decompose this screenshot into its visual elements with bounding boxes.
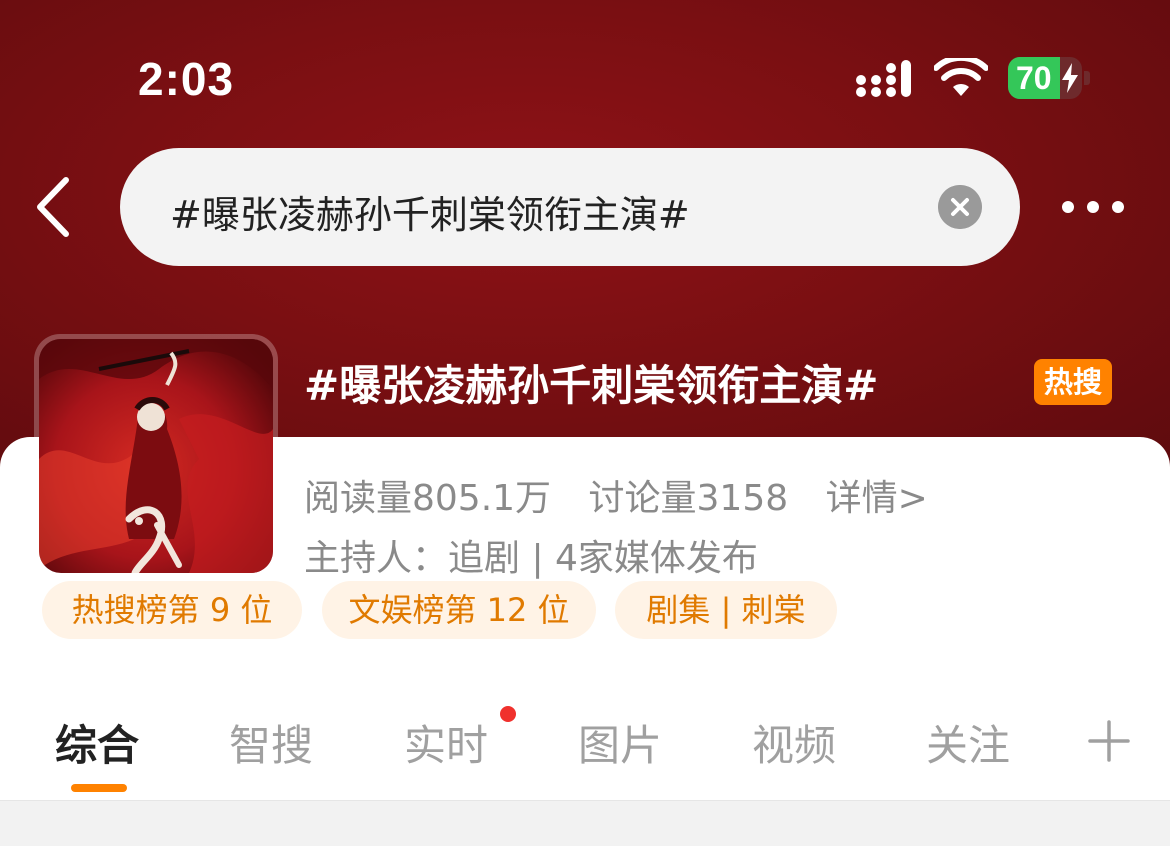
new-content-dot [500, 706, 516, 722]
tab-general[interactable]: 综合 [55, 712, 139, 773]
battery-level: 70 [1016, 60, 1052, 96]
battery-cap [1084, 71, 1090, 85]
read-count: 阅读量805.1万 [304, 478, 552, 519]
details-link[interactable]: 详情> [826, 478, 928, 519]
topic-stats: 阅读量805.1万 讨论量3158 详情> [304, 469, 954, 521]
active-tab-indicator [71, 784, 127, 792]
topic-host: 主持人：追剧 | 4家媒体发布 [304, 538, 758, 579]
discussion-count: 讨论量3158 [588, 478, 789, 519]
search-bar[interactable]: #曝张凌赫孙千刺棠领衔主演# [120, 148, 1020, 266]
battery-icon: 70 [1008, 57, 1082, 99]
results-feed-edge [0, 800, 1170, 846]
signal-icon [856, 60, 911, 97]
cover-artwork [39, 339, 273, 573]
tag-drama[interactable]: 剧集 | 刺棠 [615, 581, 837, 639]
tag-hot-rank[interactable]: 热搜榜第 9 位 [42, 581, 302, 639]
tab-smart-search[interactable]: 智搜 [229, 712, 313, 773]
topic-title: #曝张凌赫孙千刺棠领衔主演# [304, 361, 879, 410]
hot-search-badge: 热搜 [1034, 359, 1112, 405]
more-icon[interactable] [1058, 196, 1128, 218]
charging-bolt-icon [1062, 63, 1078, 93]
tag-ent-rank[interactable]: 文娱榜第 12 位 [322, 581, 596, 639]
wifi-icon [934, 58, 988, 96]
search-input[interactable]: #曝张凌赫孙千刺棠领衔主演# [170, 184, 690, 239]
back-arrow-icon[interactable] [30, 176, 78, 238]
result-tabs: 综合 智搜 实时 图片 视频 关注 [0, 706, 1170, 773]
tab-videos[interactable]: 视频 [752, 712, 836, 773]
tab-following[interactable]: 关注 [926, 712, 1010, 773]
tab-images[interactable]: 图片 [578, 712, 662, 773]
clear-icon[interactable] [938, 185, 982, 229]
topic-cover-image[interactable] [34, 334, 278, 578]
add-tab-icon[interactable] [1088, 720, 1130, 762]
status-time: 2:03 [138, 53, 235, 105]
tab-realtime[interactable]: 实时 [404, 712, 488, 773]
